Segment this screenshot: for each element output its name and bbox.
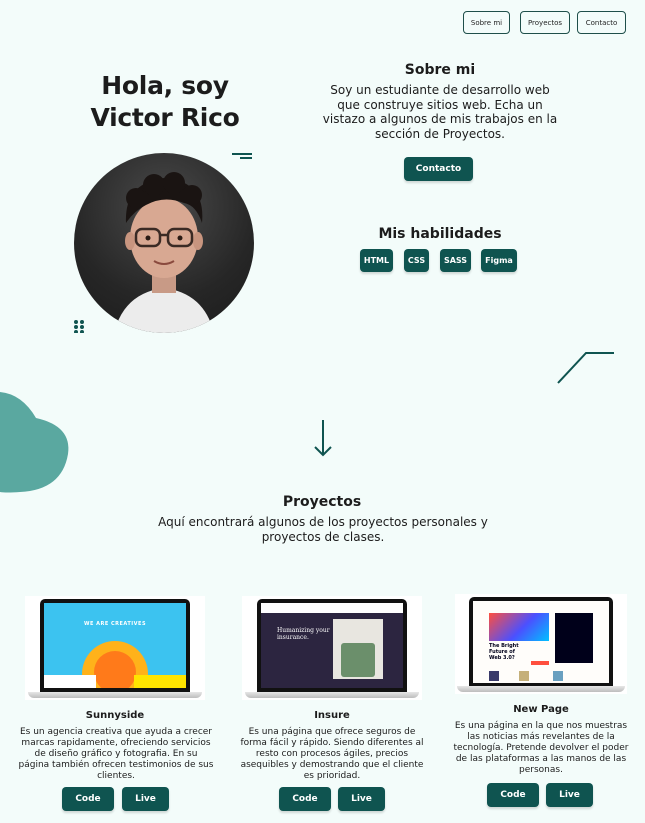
insure-screen-heading: Humanizing your insurance. (277, 627, 330, 641)
about-heading: Sobre mi (404, 62, 476, 78)
project-live-button-insure[interactable]: Live (338, 787, 385, 811)
hero-title: Hola, soy Victor Rico (90, 71, 240, 132)
decor-dash-icon-2 (240, 157, 252, 159)
skills-heading: Mis habilidades (378, 226, 502, 242)
projects-subtitle: Aquí encontrará algunos de los proyectos… (158, 515, 488, 544)
project-desc-insure: Es una página que ofrece seguros de form… (240, 727, 424, 781)
projects-heading: Proyectos (282, 494, 362, 510)
profile-avatar-icon (114, 172, 214, 333)
project-desc-sunnyside: Es un agencia creativa que ayuda a crece… (18, 727, 214, 781)
dots-grid-icon (74, 320, 84, 333)
project-title-newpage: New Page (513, 704, 569, 715)
skill-badge-html: HTML (360, 249, 393, 272)
decor-blob-shape (0, 392, 69, 493)
nav-projects-button[interactable]: Proyectos (520, 11, 570, 34)
project-image-sunnyside[interactable]: WE ARE CREATIVES (25, 596, 205, 700)
skill-badge-sass: SASS (440, 249, 471, 272)
skill-badge-figma: Figma (481, 249, 517, 272)
about-contact-button[interactable]: Contacto (404, 157, 473, 181)
project-desc-newpage: Es una página en la que nos muestras las… (453, 721, 629, 775)
project-image-newpage[interactable]: The Bright Future of Web 3.0? (455, 594, 627, 694)
project-code-button-insure[interactable]: Code (279, 787, 331, 811)
profile-photo (74, 153, 254, 333)
arrow-down-icon[interactable] (312, 418, 334, 458)
project-image-insure[interactable]: Humanizing your insurance. (242, 596, 422, 700)
project-code-button-sunnyside[interactable]: Code (62, 787, 114, 811)
decor-angle-line-icon (557, 352, 614, 384)
nav-about-button[interactable]: Sobre mi (463, 11, 510, 34)
project-title-insure: Insure (314, 710, 350, 721)
nav-contact-button[interactable]: Contacto (577, 11, 626, 34)
sunnyside-screen-heading: WE ARE CREATIVES (83, 621, 147, 627)
about-text: Soy un estudiante de desarrollo web que … (322, 83, 558, 141)
newpage-screen-heading: The Bright Future of Web 3.0? (489, 643, 519, 661)
project-title-sunnyside: Sunnyside (85, 710, 145, 721)
project-code-button-newpage[interactable]: Code (487, 783, 539, 807)
project-live-button-newpage[interactable]: Live (546, 783, 593, 807)
decor-dash-icon (232, 153, 252, 155)
skill-badge-css: CSS (404, 249, 429, 272)
project-live-button-sunnyside[interactable]: Live (122, 787, 169, 811)
